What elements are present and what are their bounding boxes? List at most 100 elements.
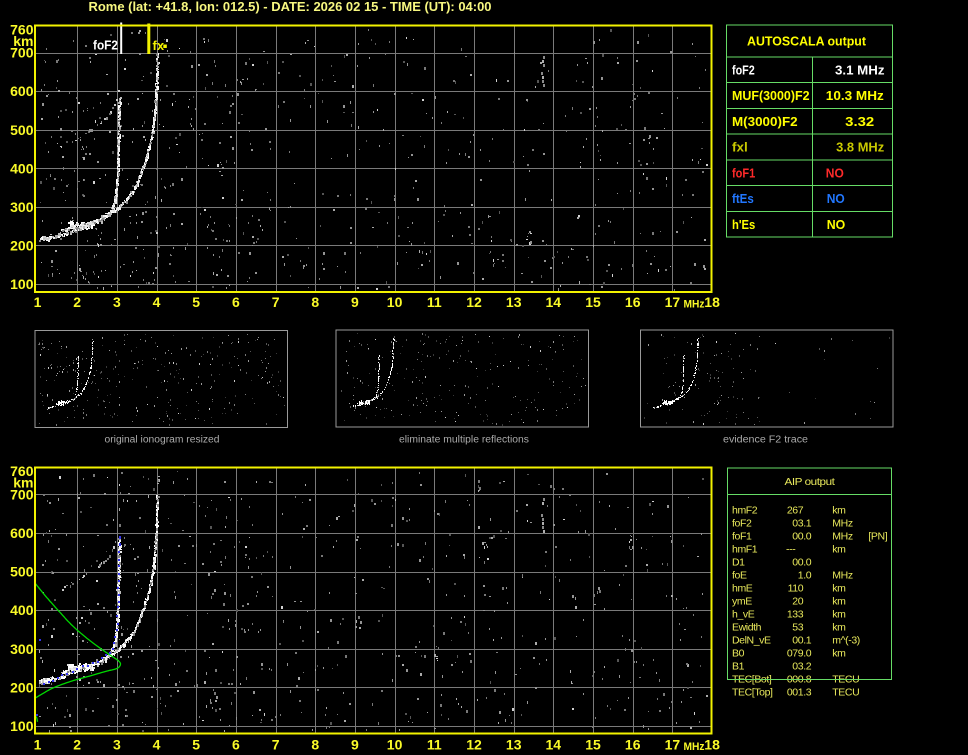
svg-text:500: 500: [10, 122, 34, 138]
svg-text:3: 3: [113, 736, 121, 752]
svg-text:03: 03: [792, 518, 803, 530]
svg-text:.1: .1: [803, 634, 812, 646]
svg-text:.2: .2: [803, 660, 812, 672]
svg-text:3.8 MHz: 3.8 MHz: [836, 141, 884, 155]
svg-text:3: 3: [113, 294, 121, 310]
svg-text:h'Es: h'Es: [732, 218, 755, 232]
svg-text:B1: B1: [732, 660, 745, 672]
svg-text:NO: NO: [826, 166, 844, 180]
svg-text:100: 100: [10, 718, 34, 734]
svg-text:km: km: [832, 596, 846, 608]
svg-text:300: 300: [10, 641, 34, 657]
svg-text:100: 100: [10, 276, 34, 292]
svg-text:3.32: 3.32: [845, 115, 874, 129]
svg-text:km: km: [832, 544, 846, 556]
svg-text:AIP output: AIP output: [785, 476, 836, 488]
svg-text:11: 11: [427, 294, 442, 310]
svg-text:400: 400: [10, 160, 34, 176]
svg-text:TEC[Top]: TEC[Top]: [732, 686, 773, 698]
svg-text:53: 53: [792, 621, 803, 633]
svg-text:MHz: MHz: [684, 299, 705, 311]
svg-text:8: 8: [311, 736, 319, 752]
svg-text:7: 7: [272, 294, 280, 310]
svg-text:001: 001: [787, 686, 804, 698]
svg-text:700: 700: [10, 45, 34, 61]
svg-text:fx: fx: [153, 38, 165, 53]
svg-text:foF1: foF1: [732, 531, 752, 543]
svg-text:500: 500: [10, 564, 34, 580]
svg-text:13: 13: [506, 736, 522, 752]
svg-text:foF2: foF2: [732, 64, 755, 78]
svg-text:D1: D1: [732, 557, 745, 569]
svg-text:15: 15: [585, 294, 601, 310]
svg-text:400: 400: [10, 602, 34, 618]
svg-text:ftEs: ftEs: [732, 192, 754, 206]
svg-text:foF2: foF2: [732, 518, 752, 530]
svg-text:hmF2: hmF2: [732, 505, 758, 517]
svg-text:7: 7: [272, 736, 280, 752]
svg-text:18: 18: [704, 294, 720, 310]
svg-text:Ewidth: Ewidth: [732, 621, 762, 633]
svg-text:12: 12: [466, 294, 482, 310]
svg-text:4: 4: [153, 294, 161, 310]
svg-text:.0: .0: [803, 647, 812, 659]
svg-text:[PN]: [PN]: [868, 531, 887, 543]
svg-text:1: 1: [34, 294, 42, 310]
svg-text:2: 2: [73, 294, 81, 310]
svg-text:00: 00: [792, 634, 803, 646]
svg-text:km: km: [832, 621, 846, 633]
svg-text:600: 600: [10, 83, 34, 99]
svg-text:600: 600: [10, 525, 34, 541]
svg-text:km: km: [832, 647, 846, 659]
svg-text:6: 6: [232, 294, 240, 310]
svg-text:MHz: MHz: [832, 570, 853, 582]
svg-text:2: 2: [73, 736, 81, 752]
svg-text:110: 110: [788, 583, 804, 595]
svg-text:M(3000)F2: M(3000)F2: [732, 115, 798, 129]
svg-text:MHz: MHz: [684, 741, 705, 753]
svg-text:267: 267: [787, 505, 804, 517]
svg-text:00: 00: [792, 557, 803, 569]
svg-text:10: 10: [387, 736, 403, 752]
svg-text:foF1: foF1: [732, 166, 755, 180]
svg-text:MHz: MHz: [832, 518, 853, 530]
svg-text:3.1 MHz: 3.1 MHz: [835, 64, 885, 78]
svg-text:5: 5: [192, 294, 200, 310]
svg-text:14: 14: [546, 294, 562, 310]
svg-text:foE: foE: [732, 570, 747, 582]
svg-text:16: 16: [625, 294, 641, 310]
svg-text:10.3 MHz: 10.3 MHz: [826, 89, 884, 103]
svg-text:km: km: [832, 583, 846, 595]
svg-text:foF2: foF2: [93, 38, 118, 53]
svg-text:03: 03: [792, 660, 803, 672]
svg-text:DelN_vE: DelN_vE: [732, 634, 771, 646]
svg-text:15: 15: [585, 736, 601, 752]
svg-text:1: 1: [34, 736, 42, 752]
svg-text:TECU: TECU: [832, 686, 859, 698]
svg-text:16: 16: [625, 736, 641, 752]
svg-text:9: 9: [351, 294, 359, 310]
svg-text:Rome (lat: +41.8, lon: 012.5): Rome (lat: +41.8, lon: 012.5) - DATE: 20…: [89, 0, 492, 14]
svg-text:hmF1: hmF1: [732, 544, 758, 556]
svg-text:6: 6: [232, 736, 240, 752]
svg-text:m^(-3): m^(-3): [832, 634, 860, 646]
svg-text:18: 18: [704, 736, 720, 752]
svg-text:300: 300: [10, 199, 34, 215]
svg-text:00: 00: [792, 531, 803, 543]
svg-text:NO: NO: [827, 218, 846, 232]
svg-text:eliminate multiple reflections: eliminate multiple reflections: [399, 434, 529, 445]
svg-text:20: 20: [792, 596, 803, 608]
svg-text:MHz: MHz: [832, 531, 853, 543]
svg-text:200: 200: [10, 238, 34, 254]
svg-text:8: 8: [311, 294, 319, 310]
svg-text:5: 5: [192, 736, 200, 752]
svg-text:.3: .3: [803, 686, 812, 698]
svg-text:11: 11: [427, 736, 442, 752]
svg-text:.0: .0: [803, 531, 812, 543]
svg-text:original ionogram resized: original ionogram resized: [105, 434, 220, 445]
svg-text:9: 9: [351, 736, 359, 752]
svg-text:17: 17: [665, 736, 681, 752]
svg-text:MUF(3000)F2: MUF(3000)F2: [732, 89, 810, 103]
svg-text:B0: B0: [732, 647, 745, 659]
svg-text:ymE: ymE: [732, 596, 752, 608]
